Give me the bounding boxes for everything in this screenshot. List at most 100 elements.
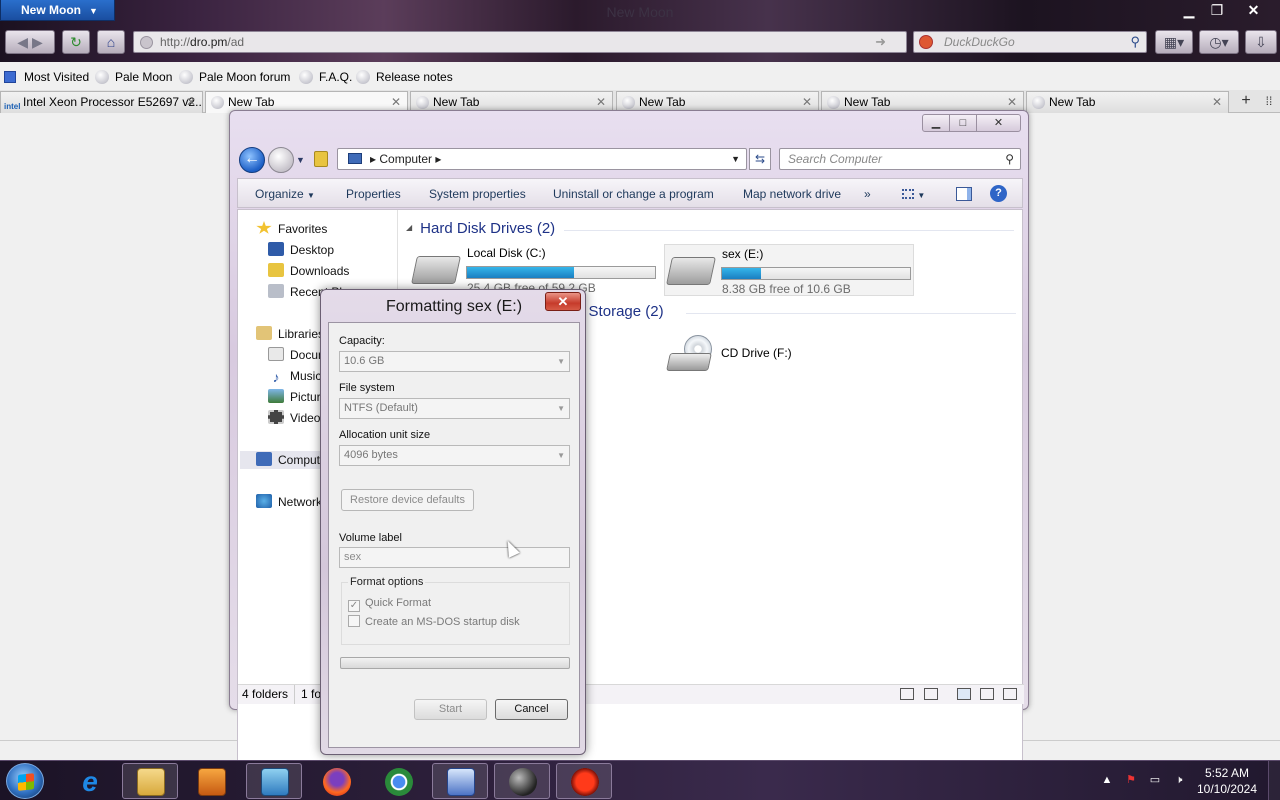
reload-button[interactable]: ↻ <box>62 30 90 54</box>
nav-libraries[interactable]: Libraries <box>256 325 324 343</box>
bookmark-pale-moon-forum[interactable]: Pale Moon forum <box>179 69 290 87</box>
close-tab-icon[interactable]: ✕ <box>1212 92 1222 112</box>
allocation-unit-select[interactable]: 4096 bytes ▼ <box>339 445 570 466</box>
history-button[interactable]: ◷▾ <box>1199 30 1239 54</box>
home-button[interactable]: ⌂ <box>97 30 125 54</box>
dialog-close-button[interactable]: ✕ <box>545 292 581 311</box>
taskbar-firefox[interactable] <box>308 763 364 799</box>
nav-network[interactable]: Network <box>256 493 322 511</box>
folder-up-icon[interactable] <box>314 151 328 167</box>
show-desktop-button[interactable] <box>1268 761 1280 800</box>
help-icon[interactable]: ? <box>990 185 1007 202</box>
bookmark-release-notes[interactable]: Release notes <box>356 69 453 87</box>
show-hidden-icons-icon[interactable]: ▲ <box>1100 773 1114 787</box>
extension-button[interactable]: ▦▾ <box>1155 30 1193 54</box>
map-network-drive-button[interactable]: Map network drive <box>743 187 841 201</box>
capacity-select[interactable]: 10.6 GB ▼ <box>339 351 570 372</box>
explorer-minimize-button[interactable]: ▁ <box>922 114 950 132</box>
url-path: /ad <box>227 35 245 49</box>
back-forward-button[interactable]: ◀ ▶ <box>5 30 55 54</box>
drive-usage-fill <box>467 267 575 278</box>
cancel-button[interactable]: Cancel <box>495 699 568 720</box>
close-tab-icon[interactable]: ✕ <box>391 92 401 112</box>
palemoon-icon <box>179 70 193 84</box>
start-button[interactable] <box>6 763 44 799</box>
quick-format-checkbox[interactable]: ✓ Quick Format <box>348 597 431 612</box>
refresh-button[interactable]: ⇆ <box>749 148 771 170</box>
go-arrow-icon[interactable]: ➜ <box>875 32 886 52</box>
start-button[interactable]: Start <box>414 699 487 720</box>
close-tab-icon[interactable]: ✕ <box>802 92 812 112</box>
thumbnail-view-icon[interactable] <box>924 688 938 700</box>
chevron-down-icon[interactable]: ▼ <box>731 149 740 169</box>
tab-intel-xeon[interactable]: intel Intel Xeon Processor E52697 v2... ✕ <box>0 91 203 113</box>
taskbar-chrome[interactable] <box>370 763 426 799</box>
close-tab-icon[interactable]: ✕ <box>596 92 606 112</box>
star-icon <box>256 221 272 234</box>
maximize-button[interactable]: ❐ <box>1203 0 1231 20</box>
group-hard-disk-drives[interactable]: ◢ Hard Disk Drives (2) <box>406 220 1016 237</box>
minimize-button[interactable]: ▁ <box>1175 0 1203 20</box>
nav-downloads[interactable]: Downloads <box>268 262 349 280</box>
downloads-button[interactable]: ⇩ <box>1245 30 1277 54</box>
bookmark-label: Most Visited <box>24 70 90 84</box>
explorer-search-input[interactable]: Search Computer ⚲ <box>779 148 1021 170</box>
nav-music[interactable]: ♪ Music <box>268 367 322 385</box>
change-view-button[interactable]: ▼ <box>902 187 936 203</box>
volume-label-input[interactable]: sex <box>339 547 570 568</box>
system-properties-button[interactable]: System properties <box>429 187 526 201</box>
drive-sex-e[interactable]: sex (E:) 8.38 GB free of 10.6 GB <box>664 244 914 296</box>
taskbar-system-info[interactable] <box>432 763 488 799</box>
search-icon[interactable]: ⚲ <box>1130 32 1140 52</box>
explorer-close-button[interactable]: ✕ <box>976 114 1021 132</box>
new-tab-button[interactable]: + <box>1236 91 1256 111</box>
volume-muted-icon[interactable]: 🕨 <box>1172 773 1186 787</box>
content-view-icon[interactable] <box>980 688 994 700</box>
msdos-startup-checkbox[interactable]: Create an MS-DOS startup disk <box>348 615 520 628</box>
taskbar-file-explorer[interactable] <box>122 763 178 799</box>
network-tray-icon[interactable]: ▭ <box>1148 773 1162 787</box>
tab-new-tab[interactable]: New Tab ✕ <box>1026 91 1229 113</box>
breadcrumb[interactable]: Computer <box>379 152 432 166</box>
bookmark-faq[interactable]: F.A.Q. <box>299 69 352 87</box>
properties-button[interactable]: Properties <box>346 187 401 201</box>
list-all-tabs-button[interactable]: ⁞⁞ <box>1260 91 1278 111</box>
details-view-icon[interactable] <box>900 688 914 700</box>
duckduckgo-icon[interactable] <box>919 35 933 49</box>
url-bar[interactable]: http://dro.pm/ad ➜ <box>133 31 907 53</box>
restore-defaults-button[interactable]: Restore device defaults <box>341 489 474 511</box>
file-system-select[interactable]: NTFS (Default) ▼ <box>339 398 570 419</box>
address-bar[interactable]: ▸ Computer ▸ ▼ <box>337 148 747 170</box>
forward-button[interactable] <box>268 147 294 173</box>
taskbar-pale-moon[interactable] <box>494 763 550 799</box>
taskbar-control-panel[interactable] <box>246 763 302 799</box>
more-commands-button[interactable]: » <box>864 187 871 201</box>
back-button[interactable]: ← <box>239 147 265 173</box>
uninstall-program-button[interactable]: Uninstall or change a program <box>553 187 714 201</box>
bookmark-label: Release notes <box>376 70 453 84</box>
bookmark-pale-moon[interactable]: Pale Moon <box>95 69 172 87</box>
chrome-icon <box>385 768 413 796</box>
taskbar-recorder[interactable] <box>556 763 612 799</box>
capacity-value: 10.6 GB <box>344 355 385 367</box>
action-center-flag-icon[interactable]: ⚑ <box>1124 773 1138 787</box>
explorer-maximize-button[interactable]: □ <box>949 114 977 132</box>
taskbar-clock[interactable]: 5:52 AM 10/10/2024 <box>1192 765 1262 797</box>
bookmark-most-visited[interactable]: Most Visited <box>4 69 89 87</box>
nav-videos[interactable]: Videos <box>268 409 326 427</box>
close-tab-icon[interactable]: ✕ <box>1007 92 1017 112</box>
close-tab-icon[interactable]: ✕ <box>186 92 196 112</box>
nav-favorites[interactable]: Favorites <box>256 220 327 238</box>
recent-pages-button[interactable]: ▼ <box>296 155 305 165</box>
list-view-icon[interactable] <box>1003 688 1017 700</box>
nav-desktop[interactable]: Desktop <box>268 241 334 259</box>
taskbar-media-player[interactable] <box>183 763 239 799</box>
organize-button[interactable]: Organize ▼ <box>255 187 315 201</box>
tiles-view-icon[interactable] <box>957 688 971 700</box>
format-options-legend: Format options <box>348 576 426 588</box>
taskbar-internet-explorer[interactable]: e <box>61 763 117 799</box>
preview-pane-icon[interactable] <box>956 187 972 201</box>
search-bar[interactable]: DuckDuckGo ⚲ <box>913 31 1147 53</box>
close-button[interactable]: ✕ <box>1231 0 1276 20</box>
drive-cd-f[interactable]: CD Drive (F:) <box>664 329 864 381</box>
